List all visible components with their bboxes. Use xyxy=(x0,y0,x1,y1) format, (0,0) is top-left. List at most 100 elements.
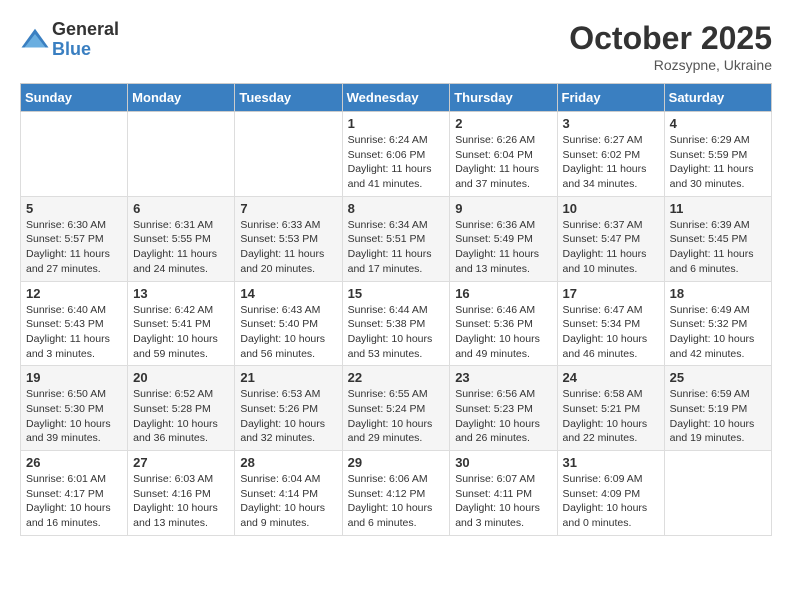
calendar-cell: 13 Sunrise: 6:42 AMSunset: 5:41 PMDayligh… xyxy=(128,281,235,366)
day-number: 27 xyxy=(133,455,229,470)
weekday-header: Saturday xyxy=(664,84,771,112)
day-info: Sunrise: 6:30 AMSunset: 5:57 PMDaylight:… xyxy=(26,218,122,277)
day-number: 15 xyxy=(348,286,445,301)
calendar-week-row: 5 Sunrise: 6:30 AMSunset: 5:57 PMDaylight… xyxy=(21,196,772,281)
day-info: Sunrise: 6:43 AMSunset: 5:40 PMDaylight:… xyxy=(240,303,336,362)
day-info: Sunrise: 6:29 AMSunset: 5:59 PMDaylight:… xyxy=(670,133,766,192)
day-info: Sunrise: 6:34 AMSunset: 5:51 PMDaylight:… xyxy=(348,218,445,277)
day-number: 16 xyxy=(455,286,551,301)
day-info: Sunrise: 6:53 AMSunset: 5:26 PMDaylight:… xyxy=(240,387,336,446)
calendar-cell: 22 Sunrise: 6:55 AMSunset: 5:24 PMDayligh… xyxy=(342,366,450,451)
calendar-cell xyxy=(21,112,128,197)
day-info: Sunrise: 6:47 AMSunset: 5:34 PMDaylight:… xyxy=(563,303,659,362)
day-number: 14 xyxy=(240,286,336,301)
calendar-cell: 12Sunrise: 6:40 AMSunset: 5:43 PMDayligh… xyxy=(21,281,128,366)
calendar-cell: 2 Sunrise: 6:26 AMSunset: 6:04 PMDaylight… xyxy=(450,112,557,197)
day-number: 2 xyxy=(455,116,551,131)
day-number: 25 xyxy=(670,370,766,385)
logo-blue: Blue xyxy=(52,40,119,60)
calendar-cell: 18 Sunrise: 6:49 AMSunset: 5:32 PMDayligh… xyxy=(664,281,771,366)
day-info: Sunrise: 6:40 AMSunset: 5:43 PMDaylight:… xyxy=(26,303,122,362)
day-number: 29 xyxy=(348,455,445,470)
day-number: 9 xyxy=(455,201,551,216)
calendar-cell xyxy=(235,112,342,197)
calendar-cell: 6Sunrise: 6:31 AMSunset: 5:55 PMDaylight… xyxy=(128,196,235,281)
day-number: 28 xyxy=(240,455,336,470)
logo: General Blue xyxy=(20,20,119,60)
logo-icon xyxy=(20,25,50,55)
day-number: 23 xyxy=(455,370,551,385)
day-info: Sunrise: 6:55 AMSunset: 5:24 PMDaylight:… xyxy=(348,387,445,446)
calendar-cell: 17 Sunrise: 6:47 AMSunset: 5:34 PMDayligh… xyxy=(557,281,664,366)
calendar-cell: 21Sunrise: 6:53 AMSunset: 5:26 PMDayligh… xyxy=(235,366,342,451)
day-number: 1 xyxy=(348,116,445,131)
calendar-cell: 5 Sunrise: 6:30 AMSunset: 5:57 PMDaylight… xyxy=(21,196,128,281)
day-info: Sunrise: 6:50 AMSunset: 5:30 PMDaylight:… xyxy=(26,387,122,446)
day-info: Sunrise: 6:07 AMSunset: 4:11 PMDaylight:… xyxy=(455,472,551,531)
calendar-cell: 10Sunrise: 6:37 AMSunset: 5:47 PMDayligh… xyxy=(557,196,664,281)
calendar-table: SundayMondayTuesdayWednesdayThursdayFrid… xyxy=(20,83,772,536)
month-title: October 2025 xyxy=(569,20,772,57)
day-number: 30 xyxy=(455,455,551,470)
calendar-week-row: 19 Sunrise: 6:50 AMSunset: 5:30 PMDayligh… xyxy=(21,366,772,451)
day-info: Sunrise: 6:03 AMSunset: 4:16 PMDaylight:… xyxy=(133,472,229,531)
weekday-header: Friday xyxy=(557,84,664,112)
calendar-cell: 1 Sunrise: 6:24 AMSunset: 6:06 PMDaylight… xyxy=(342,112,450,197)
calendar-cell: 30 Sunrise: 6:07 AMSunset: 4:11 PMDayligh… xyxy=(450,451,557,536)
calendar-cell: 25 Sunrise: 6:59 AMSunset: 5:19 PMDayligh… xyxy=(664,366,771,451)
day-number: 11 xyxy=(670,201,766,216)
day-info: Sunrise: 6:09 AMSunset: 4:09 PMDaylight:… xyxy=(563,472,659,531)
day-info: Sunrise: 6:56 AMSunset: 5:23 PMDaylight:… xyxy=(455,387,551,446)
day-info: Sunrise: 6:52 AMSunset: 5:28 PMDaylight:… xyxy=(133,387,229,446)
calendar-header-row: SundayMondayTuesdayWednesdayThursdayFrid… xyxy=(21,84,772,112)
day-number: 7 xyxy=(240,201,336,216)
day-info: Sunrise: 6:33 AMSunset: 5:53 PMDaylight:… xyxy=(240,218,336,277)
calendar-cell: 24 Sunrise: 6:58 AMSunset: 5:21 PMDayligh… xyxy=(557,366,664,451)
calendar-week-row: 12Sunrise: 6:40 AMSunset: 5:43 PMDayligh… xyxy=(21,281,772,366)
day-info: Sunrise: 6:44 AMSunset: 5:38 PMDaylight:… xyxy=(348,303,445,362)
calendar-cell: 9 Sunrise: 6:36 AMSunset: 5:49 PMDaylight… xyxy=(450,196,557,281)
day-number: 19 xyxy=(26,370,122,385)
day-info: Sunrise: 6:27 AMSunset: 6:02 PMDaylight:… xyxy=(563,133,659,192)
day-number: 26 xyxy=(26,455,122,470)
day-info: Sunrise: 6:24 AMSunset: 6:06 PMDaylight:… xyxy=(348,133,445,192)
weekday-header: Wednesday xyxy=(342,84,450,112)
day-number: 31 xyxy=(563,455,659,470)
calendar-cell: 11 Sunrise: 6:39 AMSunset: 5:45 PMDayligh… xyxy=(664,196,771,281)
day-number: 4 xyxy=(670,116,766,131)
calendar-cell: 16Sunrise: 6:46 AMSunset: 5:36 PMDayligh… xyxy=(450,281,557,366)
day-number: 24 xyxy=(563,370,659,385)
day-info: Sunrise: 6:42 AMSunset: 5:41 PMDaylight:… xyxy=(133,303,229,362)
calendar-cell: 4 Sunrise: 6:29 AMSunset: 5:59 PMDaylight… xyxy=(664,112,771,197)
day-info: Sunrise: 6:58 AMSunset: 5:21 PMDaylight:… xyxy=(563,387,659,446)
day-number: 17 xyxy=(563,286,659,301)
day-info: Sunrise: 6:49 AMSunset: 5:32 PMDaylight:… xyxy=(670,303,766,362)
day-info: Sunrise: 6:01 AMSunset: 4:17 PMDaylight:… xyxy=(26,472,122,531)
weekday-header: Tuesday xyxy=(235,84,342,112)
calendar-cell: 3 Sunrise: 6:27 AMSunset: 6:02 PMDaylight… xyxy=(557,112,664,197)
day-info: Sunrise: 6:26 AMSunset: 6:04 PMDaylight:… xyxy=(455,133,551,192)
day-info: Sunrise: 6:31 AMSunset: 5:55 PMDaylight:… xyxy=(133,218,229,277)
day-info: Sunrise: 6:39 AMSunset: 5:45 PMDaylight:… xyxy=(670,218,766,277)
calendar-cell: 27 Sunrise: 6:03 AMSunset: 4:16 PMDayligh… xyxy=(128,451,235,536)
calendar-cell: 8 Sunrise: 6:34 AMSunset: 5:51 PMDaylight… xyxy=(342,196,450,281)
calendar-cell: 15 Sunrise: 6:44 AMSunset: 5:38 PMDayligh… xyxy=(342,281,450,366)
day-info: Sunrise: 6:59 AMSunset: 5:19 PMDaylight:… xyxy=(670,387,766,446)
logo-general: General xyxy=(52,20,119,40)
calendar-cell: 23 Sunrise: 6:56 AMSunset: 5:23 PMDayligh… xyxy=(450,366,557,451)
day-number: 5 xyxy=(26,201,122,216)
day-number: 18 xyxy=(670,286,766,301)
calendar-cell: 19 Sunrise: 6:50 AMSunset: 5:30 PMDayligh… xyxy=(21,366,128,451)
calendar-cell xyxy=(128,112,235,197)
calendar-cell xyxy=(664,451,771,536)
weekday-header: Sunday xyxy=(21,84,128,112)
day-number: 10 xyxy=(563,201,659,216)
day-number: 3 xyxy=(563,116,659,131)
day-number: 8 xyxy=(348,201,445,216)
page-header: General Blue October 2025 Rozsypne, Ukra… xyxy=(20,20,772,73)
day-number: 20 xyxy=(133,370,229,385)
calendar-week-row: 1 Sunrise: 6:24 AMSunset: 6:06 PMDaylight… xyxy=(21,112,772,197)
day-info: Sunrise: 6:36 AMSunset: 5:49 PMDaylight:… xyxy=(455,218,551,277)
day-number: 22 xyxy=(348,370,445,385)
day-number: 13 xyxy=(133,286,229,301)
